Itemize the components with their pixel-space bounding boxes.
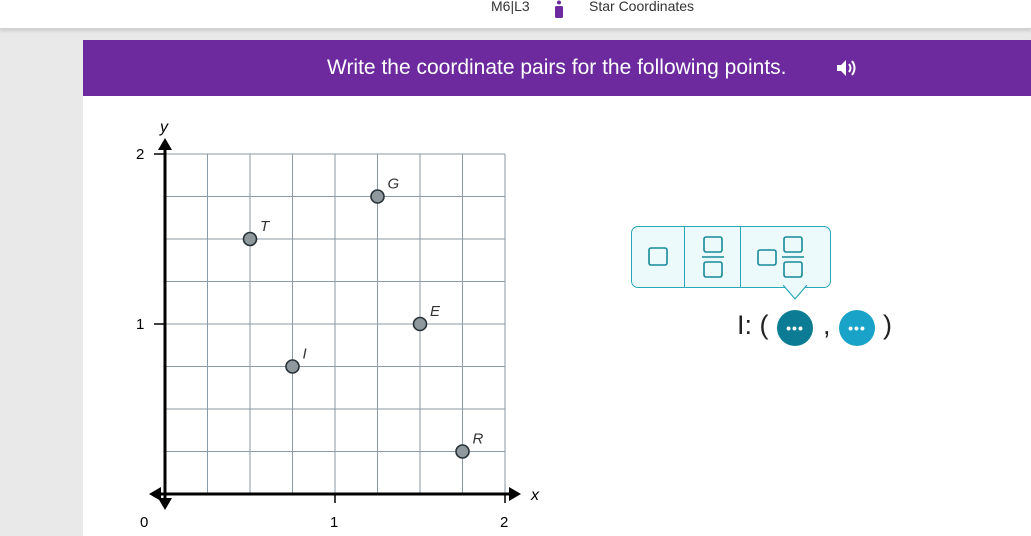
- points: T G E I R: [242, 176, 484, 459]
- x-axis-arrow-right: [509, 487, 521, 501]
- y-axis-arrow-down: [158, 498, 172, 510]
- point-label-g: G: [388, 176, 400, 193]
- comma: ,: [823, 310, 831, 340]
- fraction-icon[interactable]: [685, 227, 740, 287]
- point-label-i: I: [303, 346, 307, 363]
- point-g: [370, 189, 385, 204]
- lesson-title: Star Coordinates: [589, 0, 695, 14]
- x-tick-label: 2: [500, 514, 508, 531]
- more-icon: •••: [786, 320, 804, 336]
- x-tick-label: 1: [330, 514, 338, 531]
- palette-pointer: [783, 285, 807, 300]
- point-label-t: T: [260, 218, 271, 235]
- y-axis-arrow-up: [158, 138, 172, 150]
- point-label-prefix: I: (: [737, 310, 769, 340]
- x-axis-label: x: [530, 487, 540, 504]
- lesson-figure-icon: [555, 0, 563, 18]
- y-tick-label: 1: [136, 316, 144, 333]
- point-e: [412, 316, 428, 332]
- point-label-e: E: [430, 303, 441, 320]
- grid: [165, 153, 506, 494]
- closing-paren: ): [883, 310, 892, 340]
- coordinate-graph: 0 1 2 1 2 x y T G E I R: [136, 119, 540, 531]
- more-icon: •••: [848, 320, 866, 336]
- lesson-id: M6|L3: [491, 0, 530, 14]
- x-tick-label: 0: [140, 514, 148, 531]
- top-bar: M6|L3 Star Coordinates: [0, 0, 1031, 29]
- x-coordinate-input[interactable]: •••: [777, 310, 813, 346]
- speaker-icon[interactable]: [835, 57, 859, 79]
- math-input-palette: [631, 226, 831, 288]
- problem-panel: Write the coordinate pairs for the follo…: [83, 40, 1031, 536]
- point-t: [242, 231, 258, 247]
- mixed-number-icon[interactable]: [741, 227, 830, 287]
- y-axis-label: y: [159, 119, 169, 136]
- y-tick-label: 2: [136, 146, 144, 163]
- point-label-r: R: [473, 431, 484, 448]
- point-r: [455, 444, 470, 459]
- point-i: [285, 359, 300, 374]
- whole-number-icon[interactable]: [632, 227, 684, 287]
- y-coordinate-input[interactable]: •••: [839, 310, 875, 346]
- instruction-text: Write the coordinate pairs for the follo…: [327, 56, 787, 79]
- ticks: 0 1 2 1 2: [136, 146, 508, 531]
- instruction-banner: Write the coordinate pairs for the follo…: [83, 40, 1031, 96]
